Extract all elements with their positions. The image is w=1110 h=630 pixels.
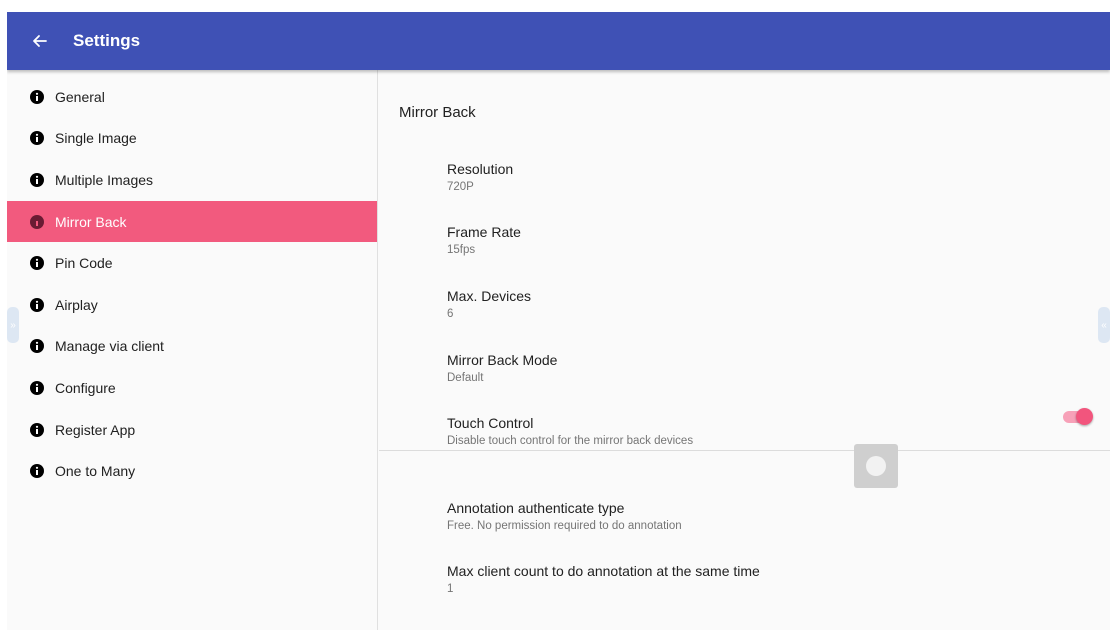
page-title: Settings xyxy=(73,31,141,50)
info-icon xyxy=(30,422,44,437)
preference-title: Touch Control xyxy=(447,415,534,431)
info-icon xyxy=(30,464,44,479)
preference-summary: Default xyxy=(447,372,484,384)
right-edge-handle[interactable]: « xyxy=(1098,307,1110,343)
sidebar-item-label: One to Many xyxy=(55,463,136,480)
toggle-thumb xyxy=(1076,408,1093,425)
sidebar-item-label: Pin Code xyxy=(55,255,113,272)
chevron-double-right-icon: » xyxy=(10,319,16,331)
sidebar: General Single Image Multiple Images Mir… xyxy=(7,70,378,630)
left-edge-handle[interactable]: » xyxy=(7,307,19,343)
info-icon xyxy=(30,89,44,104)
sidebar-item-multiple-images[interactable]: Multiple Images xyxy=(7,159,377,201)
info-icon xyxy=(30,172,44,187)
mirror-back-mode-preference[interactable]: Mirror Back Mode Default xyxy=(447,352,557,385)
section-divider xyxy=(379,450,1110,451)
sidebar-item-label: Register App xyxy=(55,421,136,438)
annotation-authenticate-type-preference[interactable]: Annotation authenticate type Free. No pe… xyxy=(447,500,682,533)
arrow-left-icon xyxy=(33,35,47,47)
circle-dot-icon xyxy=(866,456,886,476)
sidebar-item-manage-via-client[interactable]: Manage via client xyxy=(7,326,377,368)
preference-summary: Disable touch control for the mirror bac… xyxy=(447,435,694,447)
preference-summary: Free. No permission required to do annot… xyxy=(447,520,682,532)
settings-app: Settings General Single Image Multiple I… xyxy=(7,12,1110,630)
sidebar-item-single-image[interactable]: Single Image xyxy=(7,118,377,160)
preference-summary: 6 xyxy=(447,308,454,320)
preference-summary: 1 xyxy=(447,583,454,595)
app-bar: Settings xyxy=(7,12,1110,70)
section-title: Mirror Back xyxy=(399,104,476,121)
info-icon xyxy=(30,297,44,312)
resolution-preference[interactable]: Resolution 720P xyxy=(447,161,513,194)
sidebar-item-label: Airplay xyxy=(55,296,98,313)
sidebar-item-general[interactable]: General xyxy=(7,76,377,118)
back-button[interactable] xyxy=(29,31,49,51)
sidebar-item-mirror-back[interactable]: Mirror Back xyxy=(7,200,377,243)
sidebar-item-configure[interactable]: Configure xyxy=(7,367,377,409)
preference-title: Max client count to do annotation at the… xyxy=(447,563,760,579)
info-icon xyxy=(30,380,44,395)
sidebar-item-one-to-many[interactable]: One to Many xyxy=(7,450,377,492)
preference-title: Frame Rate xyxy=(447,224,521,240)
frame-rate-preference[interactable]: Frame Rate 15fps xyxy=(447,224,521,257)
max-devices-preference[interactable]: Max. Devices 6 xyxy=(447,288,531,321)
info-icon xyxy=(30,214,44,229)
sidebar-item-label: Manage via client xyxy=(55,338,164,355)
preference-summary: 720P xyxy=(447,181,474,193)
preference-summary: 15fps xyxy=(447,244,476,256)
sidebar-item-pin-code[interactable]: Pin Code xyxy=(7,242,377,284)
sidebar-item-label: General xyxy=(55,88,105,105)
touch-control-toggle[interactable] xyxy=(1063,408,1093,426)
info-icon xyxy=(30,131,44,146)
sidebar-item-airplay[interactable]: Airplay xyxy=(7,284,377,326)
floating-action-button[interactable] xyxy=(854,444,898,488)
sidebar-item-label: Configure xyxy=(55,379,116,396)
chevron-double-left-icon: « xyxy=(1101,319,1107,331)
info-icon xyxy=(30,256,44,271)
touch-control-preference[interactable]: Touch Control Disable touch control for … xyxy=(447,415,693,448)
sidebar-item-label: Mirror Back xyxy=(55,213,127,230)
sidebar-item-register-app[interactable]: Register App xyxy=(7,409,377,451)
preference-title: Mirror Back Mode xyxy=(447,352,558,368)
max-annotation-clients-preference[interactable]: Max client count to do annotation at the… xyxy=(447,563,760,596)
settings-detail-pane: Mirror Back Resolution 720P Frame Rate 1… xyxy=(379,70,1110,630)
sidebar-item-label: Single Image xyxy=(55,130,137,147)
preference-title: Max. Devices xyxy=(447,288,532,304)
preference-title: Annotation authenticate type xyxy=(447,500,625,516)
sidebar-item-label: Multiple Images xyxy=(55,171,154,188)
preference-title: Resolution xyxy=(447,161,514,177)
info-icon xyxy=(30,339,44,354)
